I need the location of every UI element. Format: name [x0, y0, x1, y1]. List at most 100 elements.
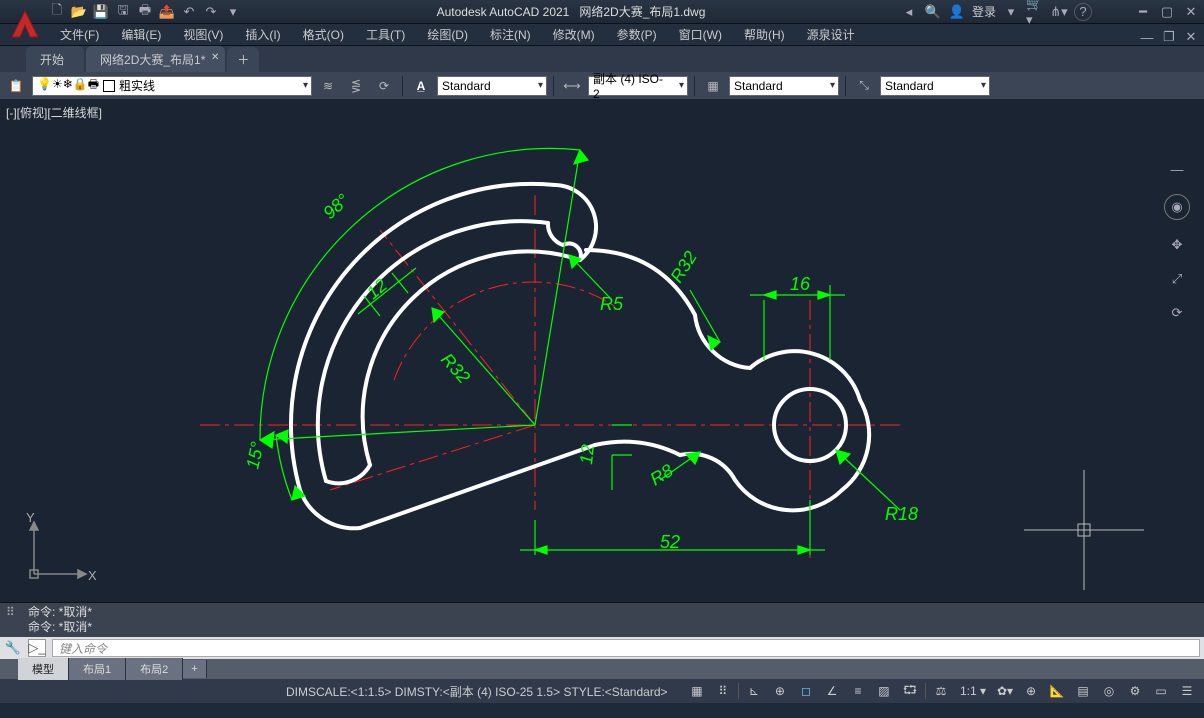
layout-tab-2[interactable]: 布局2	[126, 658, 183, 680]
maximize-icon[interactable]: ▢	[1158, 3, 1176, 21]
dim-16: 16	[790, 274, 811, 294]
app-switch-icon[interactable]: ⋔▾	[1050, 3, 1068, 21]
layer-prev-icon[interactable]: ⟳	[372, 75, 396, 97]
command-area: ⠿ 命令: *取消* 命令: *取消* 🔧 ▷_ 键入命令	[0, 602, 1204, 659]
new-icon[interactable]: 🗋	[48, 3, 66, 21]
tab-start[interactable]: 开始	[26, 46, 84, 72]
units-icon[interactable]: 📐	[1046, 681, 1068, 701]
tab-document[interactable]: 网络2D大赛_布局1*✕	[86, 46, 225, 72]
grid-icon[interactable]: ▦	[686, 681, 708, 701]
ortho-icon[interactable]: ⊾	[743, 681, 765, 701]
saveas-icon[interactable]: 🖫	[114, 3, 132, 21]
layer-iso-icon[interactable]: ⋚	[344, 75, 368, 97]
minimize-icon[interactable]: ━	[1134, 3, 1152, 21]
scale-display[interactable]: 1:1 ▾	[956, 684, 990, 698]
cycling-icon[interactable]: ⮔	[899, 681, 921, 701]
dim-r8: R8	[647, 460, 677, 489]
menu-window[interactable]: 窗口(W)	[669, 24, 732, 45]
drawing-canvas[interactable]: [-][俯视][二维线框]	[0, 100, 1204, 602]
nav-prev-icon[interactable]: ◂	[900, 3, 918, 21]
layer-properties-icon[interactable]: 📋	[4, 75, 28, 97]
user-icon[interactable]: 👤	[948, 3, 966, 21]
doc-close-icon[interactable]: ✕	[1182, 28, 1200, 46]
save-icon[interactable]: 💾	[92, 3, 110, 21]
cmd-prompt-icon[interactable]: ▷_	[28, 639, 46, 657]
layout-tab-bar: 模型 布局1 布局2 +	[0, 659, 1204, 679]
mleader-style-select[interactable]: Standard	[880, 76, 990, 96]
status-bar: DIMSCALE:<1:1.5> DIMSTY:<副本 (4) ISO-25 1…	[0, 679, 1204, 703]
search-icon[interactable]: 🔍	[924, 3, 942, 21]
annoscale-icon[interactable]: ⚖	[930, 681, 952, 701]
login-more-icon[interactable]: ▾	[1002, 3, 1020, 21]
command-history[interactable]: ⠿ 命令: *取消* 命令: *取消*	[0, 603, 1204, 637]
isolate-icon[interactable]: ◎	[1098, 681, 1120, 701]
layout-tab-add[interactable]: +	[183, 660, 206, 678]
layer-select[interactable]: 💡☀❄🔒🖶 粗实线	[32, 76, 312, 96]
zoom-extents-icon[interactable]: ⤢	[1168, 270, 1186, 288]
menu-yuanquan[interactable]: 源泉设计	[797, 24, 865, 45]
table-style-select[interactable]: Standard	[729, 76, 839, 96]
status-text: DIMSCALE:<1:1.5> DIMSTY:<副本 (4) ISO-25 1…	[6, 683, 686, 700]
dim-15: 15°	[242, 440, 267, 471]
menu-tools[interactable]: 工具(T)	[356, 24, 415, 45]
otrack-icon[interactable]: ∠	[821, 681, 843, 701]
transparency-icon[interactable]: ▨	[873, 681, 895, 701]
doc-restore-icon[interactable]: ❐	[1160, 28, 1178, 46]
undo-icon[interactable]: ↶	[180, 3, 198, 21]
dim-style-icon[interactable]: ⟷	[560, 75, 584, 97]
polar-icon[interactable]: ⊕	[769, 681, 791, 701]
svg-text:X: X	[88, 568, 96, 583]
pan-icon[interactable]: ✥	[1168, 236, 1186, 254]
menu-modify[interactable]: 修改(M)	[543, 24, 605, 45]
dim-52: 52	[660, 532, 680, 552]
menu-file[interactable]: 文件(F)	[50, 24, 109, 45]
customize-icon[interactable]: 🔧	[4, 639, 22, 657]
layout-tab-model[interactable]: 模型	[18, 658, 69, 680]
cart-icon[interactable]: 🛒▾	[1026, 3, 1044, 21]
cmd-handle-icon[interactable]: ⠿	[6, 605, 15, 620]
open-icon[interactable]: 📂	[70, 3, 88, 21]
plot-icon[interactable]: 🖶	[136, 3, 154, 21]
orbit-icon[interactable]: ⟳	[1168, 304, 1186, 322]
login-link[interactable]: 登录	[972, 3, 996, 20]
help-icon[interactable]: ?	[1074, 3, 1092, 21]
lineweight-icon[interactable]: ≡	[847, 681, 869, 701]
hardware-accel-icon[interactable]: ⚙	[1124, 681, 1146, 701]
qat-more-icon[interactable]: ▾	[224, 3, 242, 21]
quickprops-icon[interactable]: ▤	[1072, 681, 1094, 701]
dim-r5: R5	[600, 294, 624, 314]
cleanscreen-icon[interactable]: ▭	[1150, 681, 1172, 701]
menu-edit[interactable]: 编辑(E)	[111, 24, 171, 45]
title-bar: 🗋 📂 💾 🖫 🖶 📤 ↶ ↷ ▾ Autodesk AutoCAD 2021 …	[0, 0, 1204, 24]
dim-style-select[interactable]: 副本 (4) ISO-2	[588, 76, 688, 96]
table-style-icon[interactable]: ▦	[701, 75, 725, 97]
osnap-icon[interactable]: ◻	[795, 681, 817, 701]
menu-dimension[interactable]: 标注(N)	[480, 24, 541, 45]
redo-icon[interactable]: ↷	[202, 3, 220, 21]
doc-minimize-icon[interactable]: —	[1138, 28, 1156, 46]
menu-view[interactable]: 视图(V)	[173, 24, 233, 45]
text-style-icon[interactable]: A̲	[409, 75, 433, 97]
snap-icon[interactable]: ⠿	[712, 681, 734, 701]
menu-help[interactable]: 帮助(H)	[734, 24, 795, 45]
app-logo[interactable]	[5, 4, 45, 44]
menu-insert[interactable]: 插入(I)	[235, 24, 290, 45]
anno-monitor-icon[interactable]: ⊕	[1020, 681, 1042, 701]
command-input[interactable]: 键入命令	[52, 639, 1200, 657]
navbar-toggle-icon[interactable]: —	[1168, 160, 1186, 178]
menu-draw[interactable]: 绘图(D)	[417, 24, 478, 45]
layer-state-icon[interactable]: ≋	[316, 75, 340, 97]
customize-status-icon[interactable]: ☰	[1176, 681, 1198, 701]
close-icon[interactable]: ✕	[1182, 3, 1200, 21]
text-style-select[interactable]: Standard	[437, 76, 547, 96]
mleader-style-icon[interactable]: ⤡	[852, 75, 876, 97]
menu-format[interactable]: 格式(O)	[293, 24, 354, 45]
menu-param[interactable]: 参数(P)	[607, 24, 667, 45]
layout-tab-1[interactable]: 布局1	[69, 658, 126, 680]
tab-add[interactable]: ＋	[227, 47, 259, 72]
publish-icon[interactable]: 📤	[158, 3, 176, 21]
tab-close-icon[interactable]: ✕	[211, 52, 219, 63]
workspace-icon[interactable]: ✿▾	[994, 681, 1016, 701]
steering-wheel-icon[interactable]: ◉	[1164, 194, 1190, 220]
dim-98: 98°	[319, 190, 353, 223]
